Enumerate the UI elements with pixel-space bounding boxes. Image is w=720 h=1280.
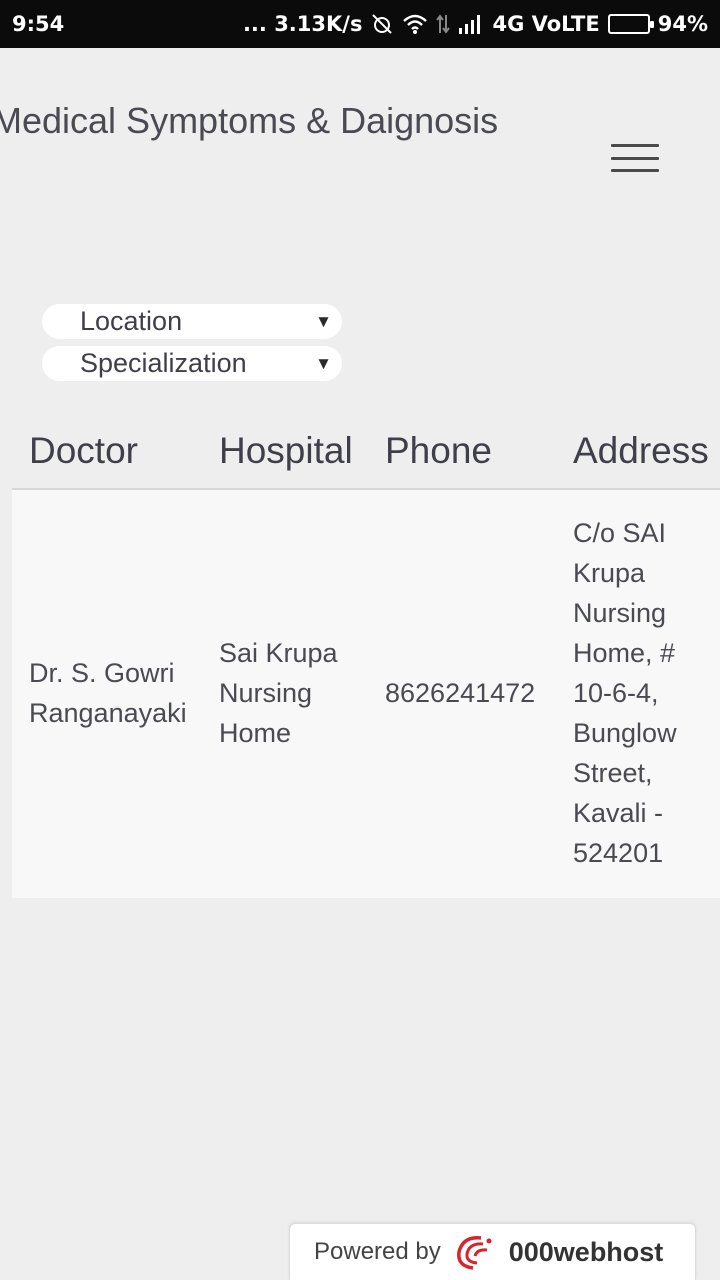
- location-select-value: Location: [80, 306, 183, 336]
- status-indicators: ... 3.13K/s 4G VoLTE 94%: [243, 12, 708, 36]
- hamburger-line: [611, 169, 659, 172]
- address-line: C/o SAI: [573, 518, 667, 548]
- powered-by-badge[interactable]: Powered by 000webhost: [289, 1223, 696, 1280]
- status-time: 9:54: [12, 12, 65, 36]
- network-type: 4G VoLTE: [492, 12, 600, 36]
- address-line: Nursing: [573, 598, 667, 628]
- address-line: Bunglow: [573, 718, 677, 748]
- wifi-icon: [402, 13, 428, 35]
- network-speed: ... 3.13K/s: [242, 12, 363, 36]
- hospital-line: Sai Krupa: [219, 638, 338, 668]
- powered-by-text: Powered by: [314, 1238, 441, 1265]
- column-header-doctor: Doctor: [29, 430, 138, 471]
- hamburger-menu-button[interactable]: [610, 142, 660, 174]
- table-header: Doctor Hospital Phone Address: [12, 420, 720, 490]
- hospital-line: Home: [219, 718, 292, 748]
- dropdown-arrow-icon: ▼: [315, 312, 332, 331]
- column-header-phone: Phone: [385, 430, 492, 471]
- hamburger-line: [611, 156, 659, 160]
- cell-doctor: Dr. S. Gowri Ranganayaki: [29, 653, 187, 733]
- cell-address: C/o SAI Krupa Nursing Home, # 10-6-4, Bu…: [573, 513, 677, 873]
- address-line: 524201: [573, 838, 664, 868]
- address-line: 10-6-4,: [573, 678, 659, 708]
- signal-icon: [458, 14, 484, 34]
- brand-name: 000webhost: [508, 1236, 664, 1267]
- data-transfer-icon: [436, 13, 451, 35]
- specialization-select-value: Specialization: [80, 348, 247, 378]
- cell-phone[interactable]: 8626241472: [385, 673, 535, 713]
- dropdown-arrow-icon: ▼: [315, 354, 332, 373]
- doctor-line: Dr. S. Gowri: [29, 658, 175, 688]
- location-select[interactable]: Location ▼: [42, 304, 342, 339]
- column-header-hospital: Hospital: [219, 430, 353, 471]
- alarm-off-icon: [370, 12, 394, 36]
- status-bar: 9:54 ... 3.13K/s 4G VoLTE 94%: [0, 0, 720, 48]
- page-title: Medical Symptoms & Daignosis: [0, 100, 499, 141]
- address-line: Street,: [573, 758, 653, 788]
- doctor-line: Ranganayaki: [29, 698, 187, 728]
- column-header-address: Address: [573, 430, 709, 471]
- battery-percent: 94%: [657, 12, 708, 36]
- cell-hospital: Sai Krupa Nursing Home: [219, 633, 338, 753]
- doctors-table: Doctor Hospital Phone Address Dr. S. Gow…: [12, 420, 720, 898]
- phone-number[interactable]: 8626241472: [385, 673, 535, 713]
- specialization-select[interactable]: Specialization ▼: [42, 346, 342, 381]
- address-line: Home, #: [573, 638, 676, 668]
- webhost-logo-icon: [451, 1232, 499, 1272]
- hamburger-line: [611, 144, 659, 147]
- address-line: Kavali -: [573, 798, 664, 828]
- table-row[interactable]: Dr. S. Gowri Ranganayaki Sai Krupa Nursi…: [12, 490, 720, 898]
- battery-icon: [607, 14, 654, 34]
- hospital-line: Nursing: [219, 678, 313, 708]
- address-line: Krupa: [573, 558, 646, 588]
